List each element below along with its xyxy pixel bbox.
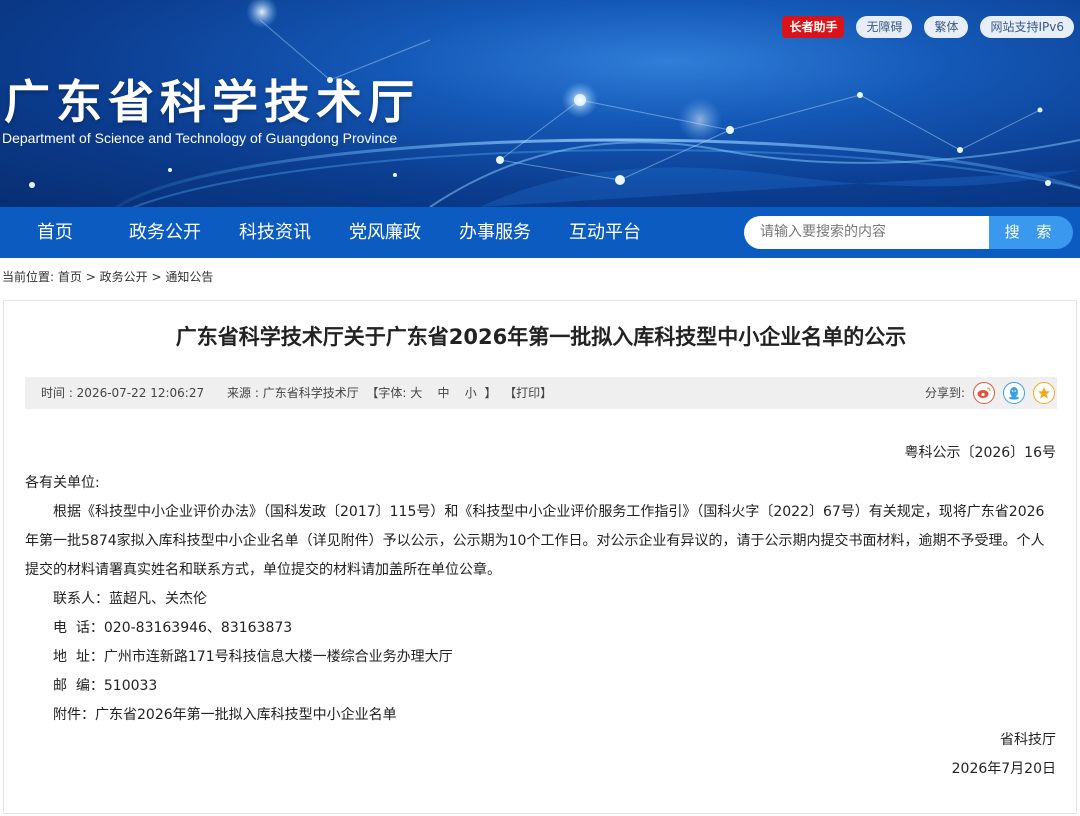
nav-menu: 首页 政务公开 科技资讯 党风廉政 办事服务 互动平台 <box>0 207 660 258</box>
breadcrumb-home[interactable]: 首页 <box>58 270 82 284</box>
search-input[interactable] <box>760 216 980 248</box>
contact-phone: 电 话：020-83163946、83163873 <box>53 620 293 636</box>
attachment-link[interactable]: 广东省2026年第一批拟入库科技型中小企业名单 <box>95 707 397 723</box>
signature: 省科技厅 <box>1000 732 1056 748</box>
breadcrumb-prefix: 当前位置: <box>2 270 55 284</box>
share-label: 分享到: <box>924 386 965 400</box>
font-size-large[interactable]: 大 <box>410 386 422 400</box>
breadcrumb-separator: > <box>85 270 96 284</box>
print-link[interactable]: 【打印】 <box>504 386 552 400</box>
nav-item-home[interactable]: 首页 <box>0 207 110 258</box>
article-title: 广东省科学技术厅关于广东省2026年第一批拟入库科技型中小企业名单的公示 <box>175 325 907 349</box>
font-size-medium[interactable]: 中 <box>438 386 450 400</box>
signature-date: 2026年7月20日 <box>951 761 1056 777</box>
site-title: 广东省科学技术厅 <box>4 75 420 129</box>
nav-item-services[interactable]: 办事服务 <box>440 207 550 258</box>
attachment-label: 附件： <box>53 707 95 723</box>
site-subtitle: Department of Science and Technology of … <box>2 130 398 146</box>
nav-item-gov-affairs[interactable]: 政务公开 <box>110 207 220 258</box>
nav-item-tech-news[interactable]: 科技资讯 <box>220 207 330 258</box>
traditional-chinese-button[interactable]: 繁体 <box>924 16 969 38</box>
elder-assistant-button[interactable]: 长者助手 <box>782 16 845 38</box>
article-container: 广东省科学技术厅关于广东省2026年第一批拟入库科技型中小企业名单的公示 时间 … <box>3 300 1077 814</box>
accessibility-button[interactable]: 无障碍 <box>856 16 913 38</box>
breadcrumb-gov-affairs[interactable]: 政务公开 <box>100 270 148 284</box>
breadcrumb-separator: > <box>151 270 162 284</box>
article-meta-bar: 时间 : 2026-07-22 12:06:27 来源 : 广东省科学技术厅 【… <box>25 377 1057 409</box>
attachment-line: 附件：广东省2026年第一批拟入库科技型中小企业名单 <box>25 701 1057 730</box>
document-number: 粤科公示〔2026〕16号 <box>904 445 1056 461</box>
ipv6-badge[interactable]: 网站支持IPv6 <box>980 16 1074 38</box>
qzone-icon[interactable] <box>1033 382 1055 404</box>
site-banner: 广东省科学技术厅 Department of Science and Techn… <box>0 0 1080 207</box>
qq-icon[interactable] <box>1003 382 1025 404</box>
font-size-close: 】 <box>484 386 497 400</box>
source: 来源 : 广东省科学技术厅 <box>227 386 359 400</box>
meta-info: 时间 : 2026-07-22 12:06:27 来源 : 广东省科学技术厅 【… <box>41 377 552 409</box>
breadcrumb: 当前位置: 首页 > 政务公开 > 通知公告 <box>2 268 213 285</box>
weibo-icon[interactable] <box>973 382 995 404</box>
share-bar: 分享到: <box>925 377 1055 409</box>
font-size-small[interactable]: 小 <box>465 386 477 400</box>
top-links: 长者助手 无障碍 繁体 网站支持IPv6 <box>782 16 1074 38</box>
nav-item-party-integrity[interactable]: 党风廉政 <box>330 207 440 258</box>
salutation: 各有关单位: <box>25 475 100 491</box>
font-size-label: 【字体: <box>366 386 407 400</box>
breadcrumb-notices[interactable]: 通知公告 <box>165 270 213 284</box>
main-paragraph: 根据《科技型中小企业评价办法》（国科发政〔2017〕115号）和《科技型中小企业… <box>25 504 1045 578</box>
contact-person: 联系人：蓝超凡、关杰伦 <box>53 591 207 607</box>
search-box <box>744 216 989 249</box>
search-button[interactable]: 搜 索 <box>989 216 1073 249</box>
nav-item-interaction[interactable]: 互动平台 <box>550 207 660 258</box>
publish-time: 时间 : 2026-07-22 12:06:27 <box>41 386 205 400</box>
postcode: 邮 编：510033 <box>53 678 158 694</box>
article-body: 各有关单位: 根据《科技型中小企业评价办法》（国科发政〔2017〕115号）和《… <box>25 469 1057 730</box>
contact-address: 地 址：广州市连新路171号科技信息大楼一楼综合业务办理大厅 <box>53 649 453 665</box>
